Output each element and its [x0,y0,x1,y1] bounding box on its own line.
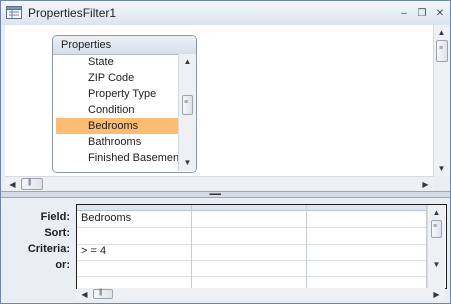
list-item[interactable]: Bathrooms [56,134,178,150]
title-bar[interactable]: PropertiesFilter1 – ❐ ✕ [1,1,450,25]
list-item[interactable]: Finished Basement [56,150,178,166]
grip-icon: ≡ [433,223,437,230]
design-grid-hscroll[interactable]: ◀ ||| ▶ [77,288,445,300]
field-list-items: State ZIP Code Property Type Condition B… [56,54,178,170]
scroll-thumb[interactable]: ≡ [182,95,193,115]
list-item[interactable]: Property Type [56,86,178,102]
field-list-vscroll[interactable]: ▲ ≡ ▼ [178,54,196,171]
scroll-thumb[interactable]: ≡ [436,40,448,62]
right-arrow-icon[interactable]: ▶ [429,288,444,300]
window-title: PropertiesFilter1 [28,6,117,20]
list-item[interactable]: State [56,54,178,70]
grid-column-2[interactable] [192,205,307,288]
down-arrow-icon[interactable]: ▼ [180,155,195,170]
down-arrow-icon[interactable]: ▼ [434,161,449,176]
minimize-button[interactable]: – [396,6,412,20]
pane-splitter[interactable]: ▪▪▪▪▪▪▪▪▪▪ [1,191,450,198]
scroll-thumb[interactable]: ≡ [431,220,442,238]
field-cell[interactable]: Bedrooms [81,212,131,224]
up-arrow-icon[interactable]: ▲ [180,54,195,69]
list-item[interactable]: Condition [56,102,178,118]
design-grid-pane: Field: Sort: Criteria: or: Bedrooms > = … [1,198,450,303]
restore-button[interactable]: ❐ [414,6,430,20]
table-pane-vscroll[interactable]: ▲ ≡ ▼ [433,25,450,176]
scroll-thumb[interactable]: ||| [93,289,113,299]
row-label-or: or: [55,259,70,271]
design-grid: Bedrooms > = 4 ▲ ≡ ▼ [76,204,447,289]
field-list-properties[interactable]: Properties State ZIP Code Property Type … [52,35,197,173]
query-window-icon [6,6,22,19]
up-arrow-icon[interactable]: ▲ [434,25,449,40]
scroll-thumb[interactable]: ||| [21,178,43,190]
row-label-criteria: Criteria: [27,243,70,255]
up-arrow-icon[interactable]: ▲ [429,205,444,220]
down-arrow-icon[interactable]: ▼ [429,257,444,272]
row-label-field: Field: [40,211,70,223]
list-item[interactable]: ZIP Code [56,70,178,86]
field-list-title: Properties [61,39,112,51]
grip-icon: ≡ [439,45,443,52]
right-arrow-icon[interactable]: ▶ [418,177,433,191]
left-arrow-icon[interactable]: ◀ [5,177,20,191]
query-design-window: PropertiesFilter1 – ❐ ✕ ▲ ≡ ▼ ◀ ||| ▶ Pr… [0,0,451,304]
table-pane-hscroll[interactable]: ◀ ||| ▶ [5,176,434,191]
grid-column-3[interactable] [307,205,427,288]
design-grid-vscroll[interactable]: ▲ ≡ ▼ [427,205,445,288]
field-list-header[interactable]: Properties [53,36,196,55]
criteria-cell[interactable]: > = 4 [81,245,106,257]
grip-icon: ||| [99,289,103,296]
left-arrow-icon[interactable]: ◀ [77,288,92,300]
grip-icon: ≡ [184,99,188,106]
grip-icon: ||| [28,179,32,186]
list-item-selected[interactable]: Bedrooms [56,118,178,134]
row-label-sort: Sort: [44,227,70,239]
close-button[interactable]: ✕ [432,6,448,20]
grid-column-1[interactable]: Bedrooms > = 4 [77,205,192,288]
